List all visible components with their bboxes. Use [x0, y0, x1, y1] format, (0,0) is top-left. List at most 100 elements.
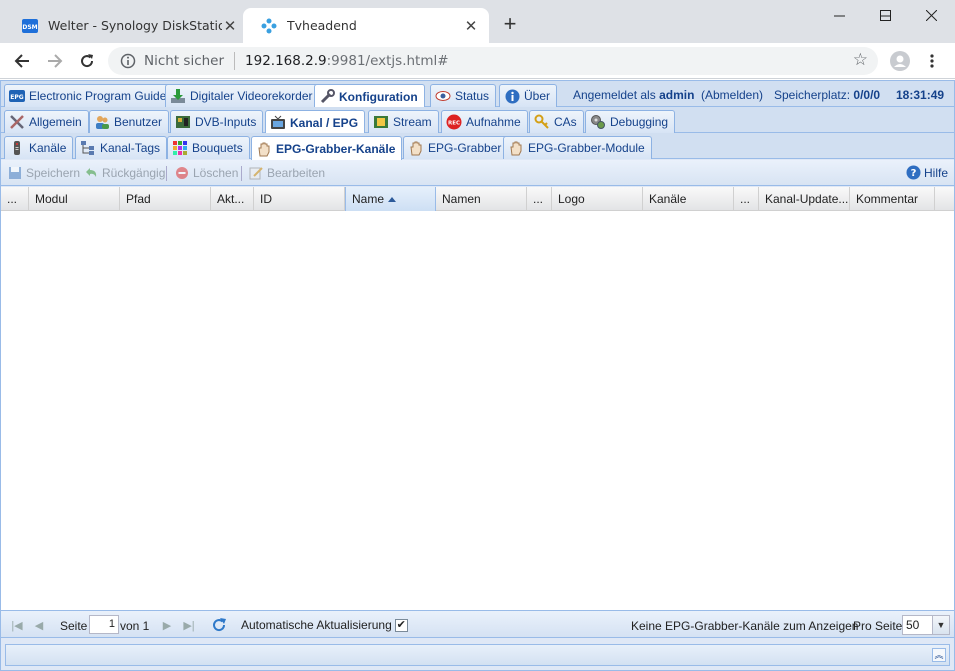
- delete-icon: [174, 165, 190, 181]
- column-header-aktiviert[interactable]: Akt...: [211, 187, 254, 211]
- main-tabbar: EPG Electronic Program Guide Digitaler V…: [1, 81, 954, 108]
- tab-dvr[interactable]: Digitaler Videorekorder: [165, 84, 320, 107]
- tab-aufnahme[interactable]: REC Aufnahme: [441, 110, 528, 133]
- logout-link[interactable]: (Abmelden): [701, 88, 763, 102]
- gears-icon: [590, 114, 606, 130]
- back-icon[interactable]: [10, 49, 34, 73]
- undo-label: Rückgängig: [102, 166, 166, 180]
- clock: 18:31:49: [896, 88, 944, 102]
- column-header-logo[interactable]: Logo: [552, 187, 643, 211]
- tab-kanal-tags[interactable]: Kanal-Tags: [75, 136, 168, 159]
- tab-label: EPG-Grabber: [428, 141, 502, 155]
- tools-icon: [9, 114, 25, 130]
- minimize-button[interactable]: [816, 0, 862, 30]
- browser-menu-icon[interactable]: [920, 49, 944, 73]
- next-page-button[interactable]: ▶: [159, 617, 175, 633]
- help-button[interactable]: ? Hilfe: [906, 165, 948, 180]
- per-page-combo[interactable]: 50 ▼: [902, 615, 950, 635]
- tab-label: DVB-Inputs: [195, 115, 257, 129]
- edit-icon: [248, 165, 264, 181]
- browser-tab-tvheadend[interactable]: Tvheadend ✕: [243, 8, 489, 43]
- close-window-icon[interactable]: [908, 0, 954, 30]
- refresh-button[interactable]: [211, 617, 227, 633]
- tab-label: Bouquets: [192, 141, 243, 155]
- chevron-down-icon[interactable]: ▼: [932, 616, 949, 634]
- last-page-icon: ▶|: [183, 619, 195, 632]
- bookmark-star-icon[interactable]: ☆: [853, 52, 868, 69]
- info-icon[interactable]: [120, 53, 136, 69]
- users-icon: [94, 114, 110, 130]
- column-header-more[interactable]: ...: [734, 187, 759, 211]
- close-tab-icon[interactable]: ✕: [463, 18, 479, 35]
- column-header-name[interactable]: Name: [345, 187, 436, 211]
- paging-toolbar: |◀ ◀ Seite 1 von 1 ▶ ▶| Automatische Akt…: [1, 610, 954, 638]
- column-header-kommentar[interactable]: Kommentar: [850, 187, 935, 211]
- tab-epg-grabber-module[interactable]: EPG-Grabber-Module: [503, 136, 652, 159]
- column-header-more[interactable]: ...: [527, 187, 552, 211]
- first-page-icon: |◀: [11, 619, 23, 632]
- delete-button[interactable]: Löschen: [174, 165, 238, 181]
- tab-epg[interactable]: EPG Electronic Program Guide: [4, 84, 174, 107]
- tab-epg-grabber[interactable]: EPG-Grabber: [403, 136, 509, 159]
- tab-stream[interactable]: Stream: [368, 110, 439, 133]
- auto-refresh-checkbox[interactable]: ✔: [394, 618, 408, 632]
- column-header-id[interactable]: ID: [254, 187, 345, 211]
- column-header-modul[interactable]: Modul: [29, 187, 120, 211]
- channel-tabbar: Kanäle Kanal-Tags Bouquets EPG-Grabber-K…: [1, 133, 954, 160]
- maximize-icon[interactable]: [862, 0, 908, 30]
- last-page-button[interactable]: ▶|: [181, 617, 197, 633]
- color-grid-icon: [172, 140, 188, 156]
- column-header-namen[interactable]: Namen: [436, 187, 527, 211]
- per-page-select[interactable]: 50 ▼: [902, 615, 950, 635]
- storage-label: Speicherplatz:: [774, 88, 851, 102]
- forward-icon[interactable]: [43, 49, 67, 73]
- tab-dvb-inputs[interactable]: DVB-Inputs: [170, 110, 264, 133]
- column-label: Modul: [35, 192, 68, 206]
- tab-epg-grabber-kanaele[interactable]: EPG-Grabber-Kanäle: [251, 136, 403, 160]
- tab-cas[interactable]: CAs: [529, 110, 584, 133]
- tab-label: EPG-Grabber-Kanäle: [276, 141, 396, 156]
- prev-page-icon: ◀: [34, 619, 44, 632]
- edit-button[interactable]: Bearbeiten: [248, 165, 325, 181]
- column-header-select[interactable]: ...: [1, 187, 29, 211]
- hand-icon: [508, 140, 524, 156]
- tab-status[interactable]: Status: [430, 84, 497, 107]
- column-label: Akt...: [217, 192, 245, 206]
- page-label: Seite: [60, 619, 88, 633]
- tab-bouquets[interactable]: Bouquets: [167, 136, 250, 159]
- key-icon: [534, 114, 550, 130]
- hand-icon: [256, 141, 272, 157]
- first-page-button[interactable]: |◀: [9, 617, 25, 633]
- tab-kanal-epg[interactable]: Kanal / EPG: [265, 110, 366, 134]
- tab-benutzer[interactable]: Benutzer: [89, 110, 170, 133]
- auto-refresh[interactable]: Automatische Aktualisierung ✔: [241, 618, 408, 632]
- column-label: Namen: [442, 192, 481, 206]
- column-header-kanal-update[interactable]: Kanal-Update...: [759, 187, 850, 211]
- log-panel-bar: ︽: [5, 644, 950, 666]
- tab-allgemein[interactable]: Allgemein: [4, 110, 89, 133]
- tab-konfiguration[interactable]: Konfiguration: [314, 84, 425, 108]
- reload-icon[interactable]: [75, 49, 99, 73]
- toolbar-separator: [166, 166, 167, 181]
- column-header-kanaele[interactable]: Kanäle: [643, 187, 734, 211]
- undo-button[interactable]: Rückgängig: [83, 165, 165, 181]
- tab-debugging[interactable]: Debugging: [585, 110, 676, 133]
- per-page-label: Pro Seite: [853, 619, 903, 633]
- tab-ueber[interactable]: Über: [499, 84, 558, 107]
- logged-in-label: Angemeldet als: [573, 88, 656, 102]
- save-button[interactable]: Speichern: [7, 165, 80, 181]
- profile-avatar-icon[interactable]: [888, 49, 912, 73]
- tab-label: Debugging: [610, 115, 669, 129]
- tab-kanaele[interactable]: Kanäle: [4, 136, 74, 159]
- new-tab-icon[interactable]: +: [498, 13, 522, 37]
- browser-tab-diskstation[interactable]: DSM Welter - Synology DiskStation ✕: [4, 8, 248, 43]
- prev-page-button[interactable]: ◀: [31, 617, 47, 633]
- address-bar[interactable]: Nicht sicher 192.168.2.9:9981/extjs.html…: [108, 47, 878, 75]
- browser-titlebar: DSM Welter - Synology DiskStation ✕ Tvhe…: [0, 0, 955, 43]
- page-field[interactable]: 1: [89, 615, 119, 634]
- column-header-pfad[interactable]: Pfad: [120, 187, 211, 211]
- page-input[interactable]: 1: [89, 615, 119, 634]
- close-tab-icon[interactable]: ✕: [222, 18, 238, 35]
- expand-icon[interactable]: ︽: [932, 648, 946, 662]
- grid-header: ... Modul Pfad Akt... ID Name Namen ... …: [1, 187, 954, 211]
